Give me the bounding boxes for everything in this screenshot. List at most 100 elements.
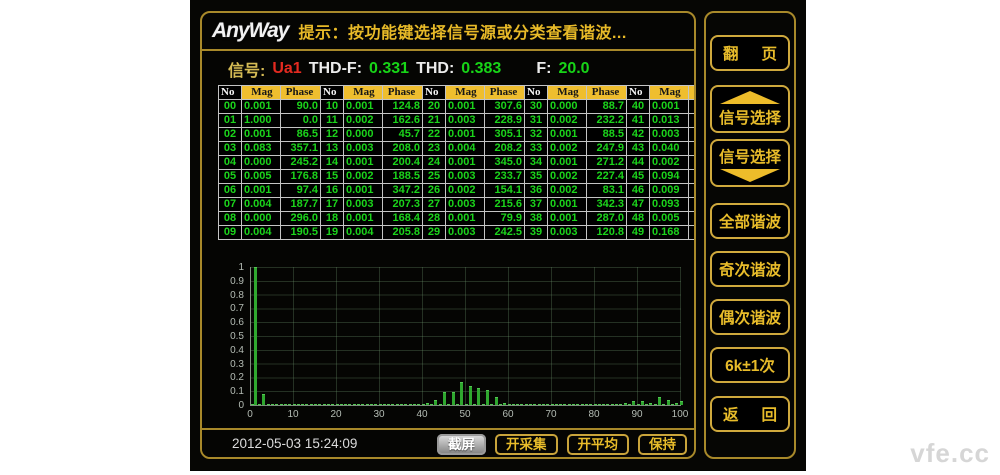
harmonic-bar [645, 404, 648, 405]
harmonic-bar [628, 404, 631, 405]
harmonic-bar [422, 404, 425, 405]
harmonic-bar [499, 404, 502, 405]
harmonic-bar [658, 397, 661, 405]
harmonic-bar [654, 404, 657, 405]
freq-label: F: [536, 60, 551, 78]
harmonic-cell: 0.002 [548, 114, 587, 128]
harmonic-cell: 86.5 [281, 128, 321, 142]
harmonic-cell: 87.7 [689, 114, 697, 128]
display-screen: AnyWay 提示：按功能键选择信号源或分类查看谐波... 信号: Ua1 TH… [200, 11, 696, 459]
x-axis-tick-label: 20 [324, 409, 348, 420]
thdf-value: 0.331 [369, 60, 409, 78]
x-axis-tick-label: 90 [625, 409, 649, 420]
harmonic-cell: 40 [627, 100, 650, 114]
harmonic-bar [344, 404, 347, 405]
harmonic-bar [447, 404, 450, 405]
harmonic-cell: 0.009 [650, 184, 689, 198]
harmonic-bar [563, 404, 566, 405]
button-signal-select-up[interactable]: 信号选择 [710, 85, 790, 133]
harmonic-cell: 228.9 [485, 114, 525, 128]
harmonic-cell: 190.5 [281, 226, 321, 240]
harmonics-table: NoMagPhaseNoMagPhaseNoMagPhaseNoMagPhase… [218, 85, 696, 240]
harmonic-bar [551, 404, 554, 405]
button-even-harmonics[interactable]: 偶次谐波 [710, 299, 790, 335]
harmonic-cell: 0.003 [446, 114, 485, 128]
title-bar: AnyWay 提示：按功能键选择信号源或分类查看谐波... [202, 13, 694, 51]
x-axis-tick-label: 40 [410, 409, 434, 420]
harmonic-cell: 33.6 [689, 156, 697, 170]
harmonic-cell: 0.001 [344, 156, 383, 170]
y-axis-tick-label: 1 [204, 262, 244, 273]
harmonic-cell: 08 [219, 212, 242, 226]
harmonic-cell: 10 [321, 100, 344, 114]
harmonic-cell: 20 [423, 100, 446, 114]
button-all-harmonics[interactable]: 全部谐波 [710, 203, 790, 239]
harmonic-bar [649, 403, 652, 405]
table-row: 040.000245.2140.001200.4240.001345.0340.… [219, 156, 697, 170]
harmonic-cell: 0.004 [242, 198, 281, 212]
harmonic-bar [589, 404, 592, 405]
harmonic-cell: 0.003 [446, 170, 485, 184]
button-screenshot[interactable]: 截屏 [437, 434, 486, 455]
harmonic-cell: 0.003 [446, 226, 485, 240]
harmonic-bar [258, 404, 261, 405]
table-row: 011.0000.0110.002162.6210.003228.9310.00… [219, 114, 697, 128]
y-axis-tick-label: 0.9 [204, 276, 244, 287]
harmonic-bar [297, 404, 300, 405]
harmonic-bar [374, 404, 377, 405]
harmonic-bar [305, 404, 308, 405]
harmonic-cell: 28 [423, 212, 446, 226]
harmonic-cell: 17 [321, 198, 344, 212]
harmonic-bar [262, 394, 265, 406]
harmonic-bar [396, 404, 399, 405]
harmonic-cell: 0.000 [242, 156, 281, 170]
button-label: 翻 [723, 42, 739, 64]
harmonic-cell: 01 [219, 114, 242, 128]
button-signal-select-down[interactable]: 信号选择 [710, 139, 790, 187]
harmonic-cell: 342.3 [587, 198, 627, 212]
harmonic-cell: 0.000 [548, 100, 587, 114]
harmonic-bar [254, 267, 257, 405]
harmonic-cell: 0.001 [242, 100, 281, 114]
harmonic-bar [413, 404, 416, 405]
table-header-cell: No [525, 86, 548, 100]
button-label: 回 [761, 403, 777, 425]
status-bar: 2012-05-03 15:24:09 截屏开采集开平均保持 [202, 428, 694, 457]
harmonic-bar [288, 404, 291, 405]
harmonic-bar [482, 404, 485, 405]
harmonic-cell: 271.2 [587, 156, 627, 170]
harmonic-cell: 90.5 [689, 142, 697, 156]
button-6k-plus-minus-1[interactable]: 6k±1次 [710, 347, 790, 383]
harmonic-cell: 162.6 [383, 114, 423, 128]
table-row: 000.00190.0100.001124.8200.001307.6300.0… [219, 100, 697, 114]
button-odd-harmonics[interactable]: 奇次谐波 [710, 251, 790, 287]
harmonic-cell: 0.001 [548, 156, 587, 170]
harmonic-cell: 357.1 [281, 142, 321, 156]
harmonic-cell: 0.000 [242, 212, 281, 226]
harmonic-bar [538, 404, 541, 405]
harmonic-cell: 0.001 [548, 198, 587, 212]
harmonic-bar [430, 404, 433, 405]
button-page-flip[interactable]: 翻页 [710, 35, 790, 71]
harmonic-cell: 0.005 [242, 170, 281, 184]
harmonic-cell: 307.6 [485, 100, 525, 114]
button-start-averaging[interactable]: 开平均 [567, 434, 630, 455]
y-axis-tick-label: 0.3 [204, 359, 244, 370]
button-return[interactable]: 返回 [710, 396, 790, 432]
harmonic-cell: 29 [423, 226, 446, 240]
harmonic-cell: 15 [321, 170, 344, 184]
harmonic-bar [632, 401, 635, 405]
harmonic-bar [417, 404, 420, 405]
harmonic-cell: 0.002 [344, 170, 383, 184]
harmonic-cell: 233.7 [485, 170, 525, 184]
harmonic-cell: 245.2 [281, 156, 321, 170]
harmonic-cell: 0.005 [650, 212, 689, 226]
harmonic-cell: 121.3 [689, 100, 697, 114]
thd-value: 0.383 [461, 60, 501, 78]
button-start-acquisition[interactable]: 开采集 [495, 434, 558, 455]
button-hold[interactable]: 保持 [638, 434, 687, 455]
harmonic-cell: 208.0 [383, 142, 423, 156]
harmonic-bar [542, 404, 545, 405]
harmonic-cell: 88.7 [587, 100, 627, 114]
harmonic-cell: 33 [525, 142, 548, 156]
